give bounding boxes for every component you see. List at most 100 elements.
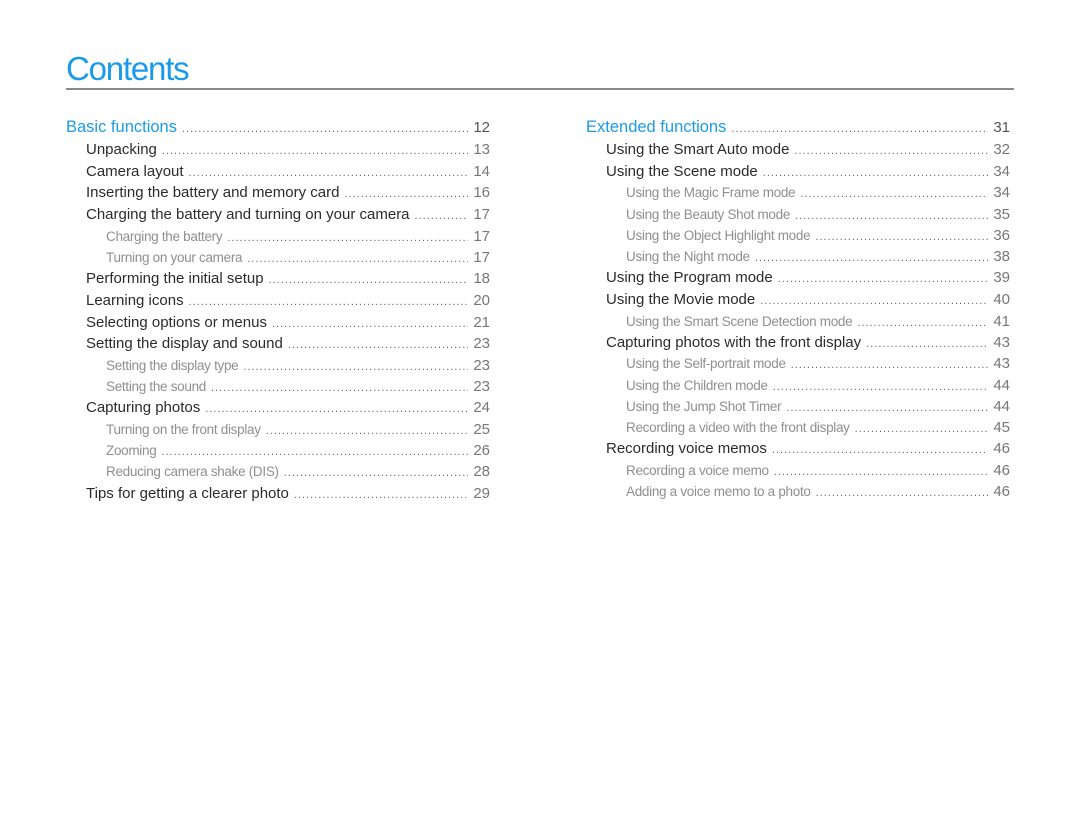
toc-page-number: 17 [473,227,490,245]
toc-entry[interactable]: Unpacking 13 [66,141,490,163]
dot-leader [786,402,988,414]
toc-page-number: 14 [473,162,490,180]
toc-subentry[interactable]: Using the Night mode 38 [586,248,1010,269]
toc-entry[interactable]: Charging the battery and turning on your… [66,206,490,228]
toc-entry[interactable]: Tips for getting a clearer photo 29 [66,485,490,507]
dot-leader [415,210,469,222]
toc-entry-label: Turning on the front display [106,421,261,437]
toc-subentry[interactable]: Turning on the front display 25 [66,421,490,442]
toc-page-number: 43 [993,333,1010,351]
toc-entry-label: Recording a video with the front display [626,419,850,435]
toc-page-number: 44 [993,397,1010,415]
toc-entry[interactable]: Learning icons 20 [66,292,490,314]
title-rule [66,88,1014,90]
dot-leader [760,295,988,307]
toc-entry-label: Tips for getting a clearer photo [86,484,289,502]
dot-leader [794,145,988,157]
toc-subentry[interactable]: Using the Smart Scene Detection mode 41 [586,313,1010,334]
toc-page-number: 23 [473,356,490,374]
toc-section-heading[interactable]: Basic functions 12 [66,118,490,141]
toc-page-number: 44 [993,376,1010,394]
toc-subentry[interactable]: Zooming 26 [66,442,490,463]
toc-entry[interactable]: Recording voice memos 46 [586,440,1010,462]
toc-subentry[interactable]: Setting the display type 23 [66,357,490,378]
dot-leader [269,274,469,286]
toc-page-number: 17 [473,248,490,266]
toc-page-number: 46 [993,461,1010,479]
toc-entry[interactable]: Using the Scene mode 34 [586,163,1010,185]
toc-entry-label: Using the Smart Auto mode [606,141,790,158]
toc-page-number: 34 [993,184,1010,202]
toc-subentry[interactable]: Setting the sound 23 [66,378,490,399]
toc-entry[interactable]: Capturing photos 24 [66,399,490,421]
toc-subentry[interactable]: Using the Self-portrait mode 43 [586,355,1010,376]
toc-subentry[interactable]: Using the Jump Shot Timer 44 [586,398,1010,419]
toc-entry-label: Using the Program mode [606,269,773,287]
toc-entry-label: Recording a voice memo [626,462,769,478]
toc-entry-label: Setting the display and sound [86,335,283,353]
toc-entry-label: Capturing photos with the front display [606,333,862,351]
toc-entry-label: Using the Beauty Shot mode [626,206,791,222]
toc-page-number: 17 [473,206,490,224]
toc-page-number: 16 [473,184,490,202]
toc-entry-label: Unpacking [86,141,157,158]
toc-page-number: 23 [473,335,490,353]
toc-subentry[interactable]: Recording a video with the front display… [586,419,1010,440]
toc-page-number: 46 [993,483,1010,500]
toc-entry-label: Zooming [106,443,157,459]
toc-entry[interactable]: Selecting options or menus 21 [66,314,490,336]
dot-leader [284,467,469,479]
dot-leader [778,273,989,285]
dot-leader [344,188,468,200]
toc-entry-label: Inserting the battery and memory card [86,184,340,202]
toc-entry[interactable]: Performing the initial setup 18 [66,270,490,292]
toc-page-number: 40 [993,290,1010,308]
toc-entry-label: Turning on your camera [106,249,243,265]
toc-entry-label: Setting the sound [106,379,206,395]
toc-subentry[interactable]: Using the Beauty Shot mode 35 [586,206,1010,227]
dot-leader [182,123,468,135]
toc-subentry[interactable]: Turning on your camera 17 [66,249,490,270]
toc-page-number: 20 [473,291,490,309]
toc-subentry[interactable]: Reducing camera shake (DIS) 28 [66,463,490,484]
toc-column-basic: Basic functions 12 Unpacking 13 Camera layou… [66,118,490,506]
dot-leader [866,338,988,350]
toc-subentry[interactable]: Recording a voice memo 46 [586,462,1010,483]
toc-entry[interactable]: Using the Smart Auto mode 32 [586,141,1010,163]
dot-leader [755,252,988,264]
toc-entry-label: Extended functions [586,118,727,136]
dot-leader [288,339,469,351]
toc-entry[interactable]: Inserting the battery and memory card 16 [66,184,490,206]
toc-subentry[interactable]: Adding a voice memo to a photo 46 [586,483,1010,504]
toc-entry[interactable]: Setting the display and sound 23 [66,335,490,357]
toc-subentry[interactable]: Using the Magic Frame mode 34 [586,184,1010,205]
dot-leader [211,382,468,394]
toc-entry-label: Setting the display type [106,357,239,373]
toc-entry-label: Learning icons [86,291,184,309]
toc-entry-label: Performing the initial setup [86,270,264,288]
toc-entry-label: Camera layout [86,162,184,180]
toc-entry-label: Using the Children mode [626,377,768,393]
toc-entry[interactable]: Camera layout 14 [66,163,490,185]
dot-leader [205,403,468,415]
dot-leader [855,423,989,435]
toc-entry-label: Selecting options or menus [86,313,267,331]
toc-subentry[interactable]: Charging the battery 17 [66,228,490,249]
page-title: Contents [66,50,190,87]
dot-leader [800,188,988,200]
toc-subentry[interactable]: Using the Children mode 44 [586,377,1010,398]
toc-section-heading[interactable]: Extended functions 31 [586,118,1010,141]
toc-entry[interactable]: Using the Program mode 39 [586,269,1010,291]
toc-entry-label: Charging the battery and turning on your… [86,206,410,224]
toc-entry-label: Using the Scene mode [606,162,758,180]
toc-entry[interactable]: Using the Movie mode 40 [586,291,1010,313]
dot-leader [161,446,468,458]
dot-leader [772,444,988,456]
toc-page-number: 25 [473,420,490,438]
dot-leader [791,359,989,371]
toc-entry[interactable]: Capturing photos with the front display 4… [586,334,1010,356]
toc-page-number: 26 [473,442,490,460]
toc-subentry[interactable]: Using the Object Highlight mode 36 [586,227,1010,248]
toc-page-number: 24 [473,399,490,417]
dot-leader [227,232,468,244]
